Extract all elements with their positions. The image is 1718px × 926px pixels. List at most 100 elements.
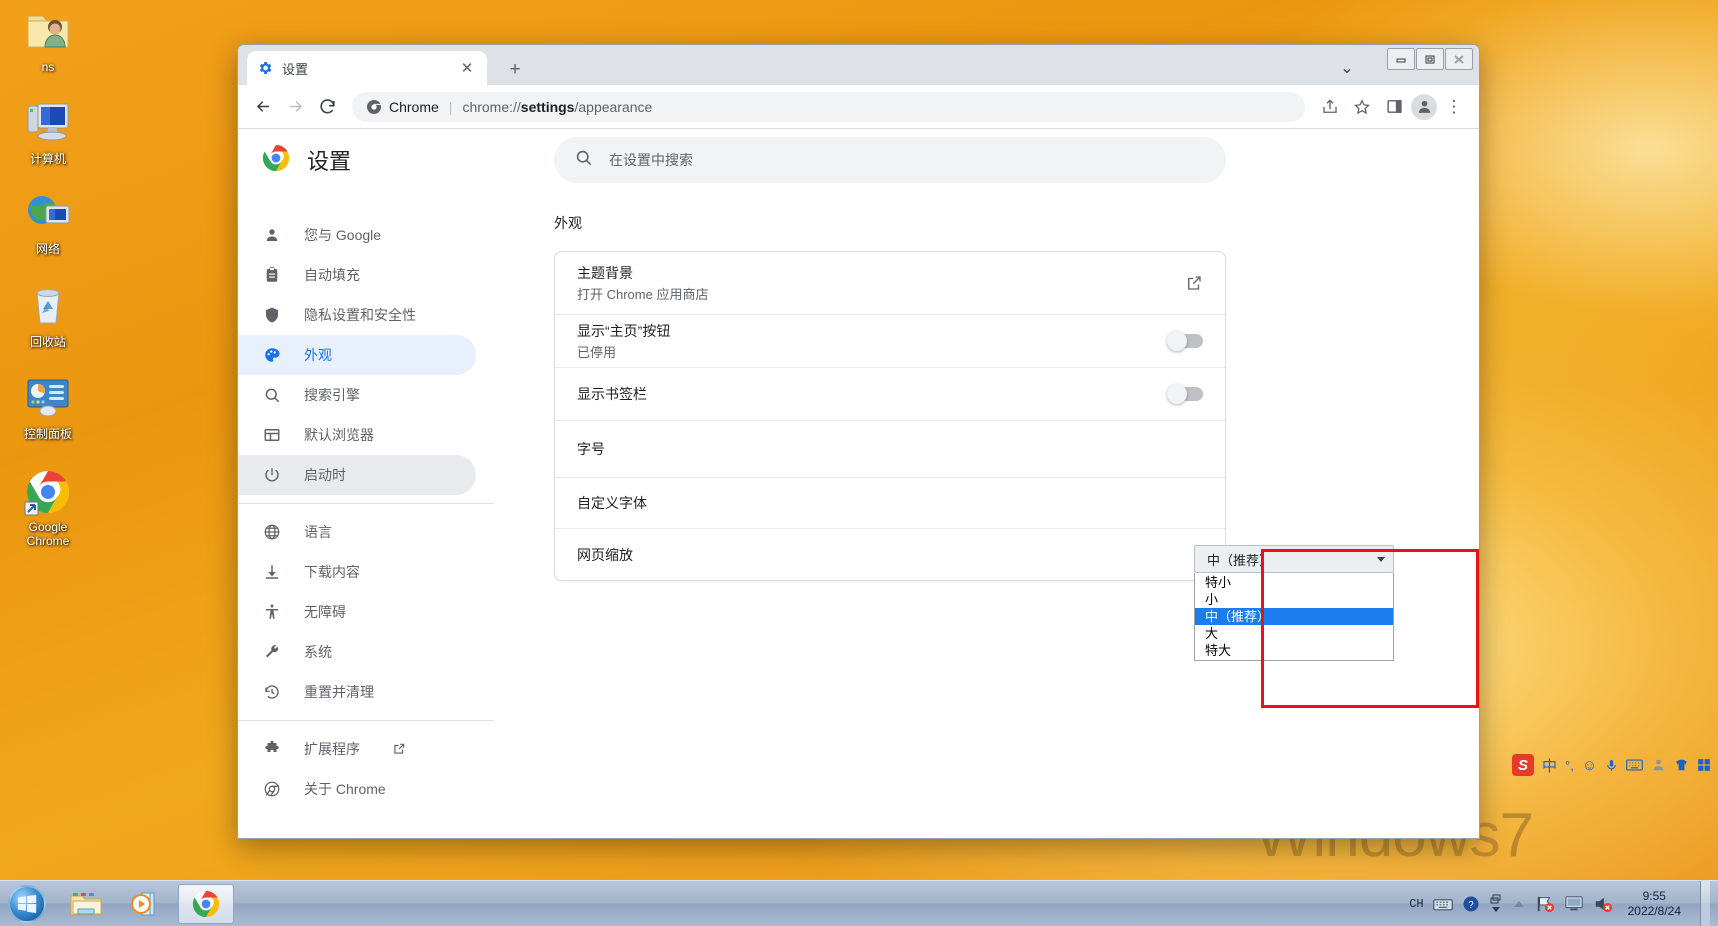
sogou-logo-icon[interactable]: S — [1512, 754, 1534, 776]
option-item-selected[interactable]: 中（推荐） — [1195, 608, 1393, 625]
windows-orb-icon — [8, 884, 46, 923]
volume-mute-icon[interactable] — [1593, 895, 1613, 913]
sidebar-item-appearance[interactable]: 外观 — [238, 335, 476, 375]
sidebar-item-label: 关于 Chrome — [304, 781, 386, 797]
sidebar-item-about-chrome[interactable]: 关于 Chrome — [238, 769, 476, 809]
sogou-ime-bar[interactable]: S 中 °, ☺ — [1508, 750, 1715, 780]
network-error-icon[interactable] — [1535, 895, 1555, 913]
help-icon[interactable]: ? — [1462, 895, 1480, 913]
open-webstore-button[interactable] — [1185, 274, 1203, 292]
star-icon[interactable] — [1347, 92, 1377, 122]
page-title: 设置 — [307, 149, 352, 174]
ime-user-icon[interactable] — [1651, 758, 1666, 772]
reload-button[interactable] — [312, 92, 342, 122]
side-panel-icon[interactable] — [1379, 92, 1409, 122]
sidebar-item-system[interactable]: 系统 — [238, 632, 476, 672]
forward-button[interactable] — [280, 92, 310, 122]
bookmarks-bar-toggle[interactable] — [1167, 384, 1203, 404]
sidebar-item-privacy-security[interactable]: 隐私设置和安全性 — [238, 295, 476, 335]
desktop-icon-computer[interactable]: 计算机 — [6, 100, 90, 166]
row-title: 字号 — [577, 441, 605, 457]
show-desktop-button[interactable] — [1700, 880, 1710, 926]
settings-search-input[interactable]: 在设置中搜索 — [554, 137, 1226, 183]
sidebar-item-languages[interactable]: 语言 — [238, 512, 476, 552]
start-button[interactable] — [0, 882, 54, 926]
sidebar-item-autofill[interactable]: 自动填充 — [238, 255, 476, 295]
taskbar-explorer-button[interactable] — [58, 884, 114, 924]
sidebar-item-label: 下载内容 — [304, 564, 360, 580]
setting-row-show-bookmarks-bar[interactable]: 显示书签栏 — [555, 367, 1225, 420]
close-icon[interactable]: ✕ — [457, 58, 477, 78]
sidebar-item-on-startup[interactable]: 启动时 — [238, 455, 476, 495]
chrome-outline-icon — [262, 779, 282, 799]
setting-row-page-zoom[interactable]: 网页缩放 — [555, 528, 1225, 580]
back-button[interactable] — [248, 92, 278, 122]
keyboard-icon[interactable] — [1432, 897, 1453, 911]
sidebar-item-default-browser[interactable]: 默认浏览器 — [238, 415, 476, 455]
new-tab-button[interactable]: + — [502, 56, 528, 82]
browser-menu-button[interactable]: ⋮ — [1439, 92, 1469, 122]
profile-avatar-icon[interactable] — [1411, 93, 1437, 120]
globe-icon — [262, 522, 282, 542]
desktop-icon-network[interactable]: 网络 — [6, 190, 90, 256]
address-bar[interactable]: Chrome | chrome://settings/appearance — [352, 91, 1305, 122]
sidebar-item-accessibility[interactable]: 无障碍 — [238, 592, 476, 632]
ime-emoji-icon[interactable]: ☺ — [1582, 757, 1597, 774]
wrench-icon — [262, 642, 282, 662]
browser-tab-settings[interactable]: 设置 ✕ — [247, 51, 487, 85]
omnibox-separator: | — [448, 98, 453, 115]
ime-mode-chinese[interactable]: 中 — [1542, 755, 1557, 776]
taskbar-chrome-button[interactable] — [178, 883, 234, 924]
setting-row-font-size[interactable]: 字号 — [555, 420, 1225, 477]
ime-keyboard-icon[interactable] — [1626, 759, 1644, 771]
download-icon — [262, 562, 282, 582]
sidebar-item-reset-cleanup[interactable]: 重置并清理 — [238, 672, 476, 712]
option-item[interactable]: 特小 — [1195, 574, 1393, 591]
sidebar-group-2: 语言 下载内容 无障碍 系统 重置并清理 — [238, 503, 494, 712]
ime-voice-icon[interactable] — [1605, 758, 1618, 773]
font-size-option-list[interactable]: 特小 小 中（推荐） 大 特大 — [1194, 573, 1394, 661]
desktop-icon-label: 控制面板 — [23, 427, 72, 441]
sidebar-item-downloads[interactable]: 下载内容 — [238, 552, 476, 592]
option-item[interactable]: 小 — [1195, 591, 1393, 608]
close-button[interactable] — [1445, 48, 1473, 70]
font-size-select[interactable]: 中（推荐） 特小 小 中（推荐） 大 特大 — [1194, 545, 1394, 661]
ime-toolbox-icon[interactable] — [1697, 758, 1711, 772]
row-title: 显示“主页”按钮 — [577, 322, 671, 339]
maximize-button[interactable] — [1416, 48, 1444, 70]
sidebar-item-you-and-google[interactable]: 您与 Google — [238, 215, 476, 255]
font-size-select-button[interactable]: 中（推荐） — [1194, 545, 1394, 573]
ime-punctuation-icon[interactable]: °, — [1565, 758, 1574, 773]
chevron-down-icon[interactable]: ⌄ — [1335, 57, 1359, 79]
desktop-icon-recycle-bin[interactable]: 回收站 — [6, 283, 90, 349]
desktop-icon-ns[interactable]: ns — [6, 8, 90, 74]
windows-taskbar: CH ? 9:55 2022/8/24 — [0, 880, 1718, 926]
external-link-icon[interactable] — [392, 742, 406, 756]
setting-row-customize-fonts[interactable]: 自定义字体 — [555, 477, 1225, 528]
taskbar-clock[interactable]: 9:55 2022/8/24 — [1622, 889, 1687, 919]
share-icon[interactable] — [1315, 92, 1345, 122]
sidebar-item-extensions[interactable]: 扩展程序 — [238, 729, 476, 769]
monitor-icon[interactable] — [1564, 895, 1584, 913]
option-item[interactable]: 特大 — [1195, 642, 1393, 659]
arrows-icon[interactable] — [1489, 894, 1503, 914]
font-size-selected-value: 中（推荐） — [1207, 552, 1273, 568]
home-button-toggle[interactable] — [1167, 331, 1203, 351]
option-item[interactable]: 大 — [1195, 625, 1393, 642]
desktop-icon-chrome[interactable]: Google Chrome — [6, 468, 90, 548]
chevron-up-icon[interactable] — [1512, 899, 1526, 909]
ime-skin-icon[interactable] — [1674, 758, 1689, 772]
tray-language-indicator[interactable]: CH — [1409, 897, 1423, 911]
taskbar-media-player-button[interactable] — [118, 884, 174, 924]
desktop-icon-label: Google Chrome — [26, 520, 70, 548]
setting-row-show-home-button[interactable]: 显示“主页”按钮 已停用 — [555, 314, 1225, 367]
setting-row-theme[interactable]: 主题背景 打开 Chrome 应用商店 — [555, 252, 1225, 314]
minimize-button[interactable] — [1387, 48, 1415, 70]
chrome-window: 设置 ✕ + ⌄ Chrome | chrome://settings/appe… — [237, 44, 1480, 839]
toggle-knob — [1167, 331, 1187, 351]
desktop-icon-control-panel[interactable]: 控制面板 — [6, 375, 90, 441]
network-icon — [6, 190, 90, 238]
control-panel-icon — [6, 375, 90, 423]
sidebar-item-search-engine[interactable]: 搜索引擎 — [238, 375, 476, 415]
clock-time: 9:55 — [1642, 888, 1666, 903]
